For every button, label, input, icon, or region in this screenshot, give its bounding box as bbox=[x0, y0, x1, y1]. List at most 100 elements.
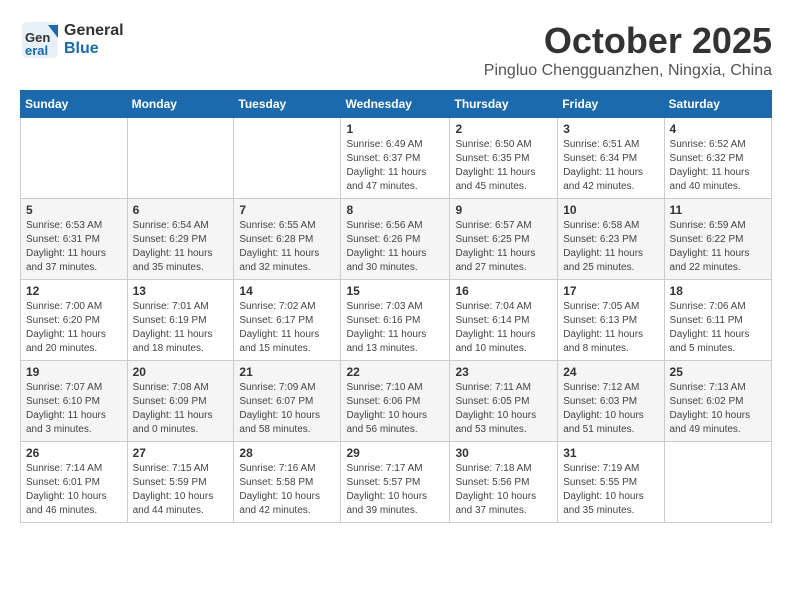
logo-general: General bbox=[64, 22, 124, 40]
day-number: 19 bbox=[26, 365, 122, 379]
calendar-cell: 21 Sunrise: 7:09 AM Sunset: 6:07 PM Dayli… bbox=[234, 361, 341, 442]
day-number: 27 bbox=[133, 446, 229, 460]
day-number: 4 bbox=[670, 122, 766, 136]
calendar-cell: 12 Sunrise: 7:00 AM Sunset: 6:20 PM Dayli… bbox=[21, 280, 128, 361]
calendar-cell: 25 Sunrise: 7:13 AM Sunset: 6:02 PM Dayli… bbox=[664, 361, 771, 442]
day-info: Sunrise: 7:01 AM Sunset: 6:19 PM Dayligh… bbox=[133, 300, 229, 356]
day-info: Sunrise: 6:54 AM Sunset: 6:29 PM Dayligh… bbox=[133, 219, 229, 275]
calendar-header-row: SundayMondayTuesdayWednesdayThursdayFrid… bbox=[21, 91, 772, 118]
day-number: 15 bbox=[346, 284, 444, 298]
calendar-cell: 30Sunrise: 7:18 AM Sunset: 5:56 PM Dayli… bbox=[450, 442, 558, 523]
calendar-cell: 14 Sunrise: 7:02 AM Sunset: 6:17 PM Dayli… bbox=[234, 280, 341, 361]
day-number: 5 bbox=[26, 203, 122, 217]
calendar-cell bbox=[664, 442, 771, 523]
calendar-cell: 9 Sunrise: 6:57 AM Sunset: 6:25 PM Daylig… bbox=[450, 199, 558, 280]
calendar-cell: 20Sunrise: 7:08 AM Sunset: 6:09 PM Dayli… bbox=[127, 361, 234, 442]
calendar-cell bbox=[21, 118, 128, 199]
day-number: 21 bbox=[239, 365, 335, 379]
calendar-cell: 26Sunrise: 7:14 AM Sunset: 6:01 PM Dayli… bbox=[21, 442, 128, 523]
day-info: Sunrise: 7:06 AM Sunset: 6:11 PM Dayligh… bbox=[670, 300, 766, 356]
week-row-3: 12 Sunrise: 7:00 AM Sunset: 6:20 PM Dayli… bbox=[21, 280, 772, 361]
day-info: Sunrise: 6:52 AM Sunset: 6:32 PM Dayligh… bbox=[670, 138, 766, 194]
calendar-cell: 17 Sunrise: 7:05 AM Sunset: 6:13 PM Dayli… bbox=[558, 280, 664, 361]
day-number: 20 bbox=[133, 365, 229, 379]
day-info: Sunrise: 6:58 AM Sunset: 6:23 PM Dayligh… bbox=[563, 219, 658, 275]
day-number: 7 bbox=[239, 203, 335, 217]
day-number: 9 bbox=[455, 203, 552, 217]
calendar-cell: 29 Sunrise: 7:17 AM Sunset: 5:57 PM Dayli… bbox=[341, 442, 450, 523]
calendar-cell: 19 Sunrise: 7:07 AM Sunset: 6:10 PM Dayli… bbox=[21, 361, 128, 442]
calendar-cell: 31Sunrise: 7:19 AM Sunset: 5:55 PM Dayli… bbox=[558, 442, 664, 523]
logo-icon: Gen eral bbox=[20, 20, 60, 60]
calendar-cell: 13 Sunrise: 7:01 AM Sunset: 6:19 PM Dayli… bbox=[127, 280, 234, 361]
week-row-5: 26Sunrise: 7:14 AM Sunset: 6:01 PM Dayli… bbox=[21, 442, 772, 523]
week-row-1: 1 Sunrise: 6:49 AM Sunset: 6:37 PM Daylig… bbox=[21, 118, 772, 199]
header-sunday: Sunday bbox=[21, 91, 128, 118]
calendar-cell bbox=[234, 118, 341, 199]
calendar-cell: 24Sunrise: 7:12 AM Sunset: 6:03 PM Dayli… bbox=[558, 361, 664, 442]
day-number: 14 bbox=[239, 284, 335, 298]
title-section: October 2025 Pingluo Chengguanzhen, Ning… bbox=[484, 20, 772, 80]
logo: Gen eral General Blue bbox=[20, 20, 124, 60]
header-wednesday: Wednesday bbox=[341, 91, 450, 118]
calendar-cell: 1 Sunrise: 6:49 AM Sunset: 6:37 PM Daylig… bbox=[341, 118, 450, 199]
day-number: 22 bbox=[346, 365, 444, 379]
day-number: 8 bbox=[346, 203, 444, 217]
day-number: 16 bbox=[455, 284, 552, 298]
header-friday: Friday bbox=[558, 91, 664, 118]
calendar-cell: 16Sunrise: 7:04 AM Sunset: 6:14 PM Dayli… bbox=[450, 280, 558, 361]
calendar-cell: 4 Sunrise: 6:52 AM Sunset: 6:32 PM Daylig… bbox=[664, 118, 771, 199]
day-info: Sunrise: 7:13 AM Sunset: 6:02 PM Dayligh… bbox=[670, 381, 766, 437]
calendar-cell: 3Sunrise: 6:51 AM Sunset: 6:34 PM Daylig… bbox=[558, 118, 664, 199]
day-info: Sunrise: 7:05 AM Sunset: 6:13 PM Dayligh… bbox=[563, 300, 658, 356]
day-info: Sunrise: 6:50 AM Sunset: 6:35 PM Dayligh… bbox=[455, 138, 552, 194]
day-number: 13 bbox=[133, 284, 229, 298]
day-info: Sunrise: 7:03 AM Sunset: 6:16 PM Dayligh… bbox=[346, 300, 444, 356]
header-monday: Monday bbox=[127, 91, 234, 118]
day-info: Sunrise: 7:02 AM Sunset: 6:17 PM Dayligh… bbox=[239, 300, 335, 356]
page-header: Gen eral General Blue October 2025 Pingl… bbox=[20, 20, 772, 80]
day-number: 10 bbox=[563, 203, 658, 217]
day-info: Sunrise: 6:51 AM Sunset: 6:34 PM Dayligh… bbox=[563, 138, 658, 194]
day-info: Sunrise: 6:49 AM Sunset: 6:37 PM Dayligh… bbox=[346, 138, 444, 194]
day-number: 25 bbox=[670, 365, 766, 379]
day-info: Sunrise: 7:09 AM Sunset: 6:07 PM Dayligh… bbox=[239, 381, 335, 437]
day-number: 28 bbox=[239, 446, 335, 460]
day-info: Sunrise: 6:57 AM Sunset: 6:25 PM Dayligh… bbox=[455, 219, 552, 275]
day-info: Sunrise: 7:18 AM Sunset: 5:56 PM Dayligh… bbox=[455, 462, 552, 518]
location-title: Pingluo Chengguanzhen, Ningxia, China bbox=[484, 62, 772, 80]
logo-blue: Blue bbox=[64, 40, 124, 58]
calendar-cell: 8Sunrise: 6:56 AM Sunset: 6:26 PM Daylig… bbox=[341, 199, 450, 280]
day-number: 18 bbox=[670, 284, 766, 298]
day-info: Sunrise: 7:17 AM Sunset: 5:57 PM Dayligh… bbox=[346, 462, 444, 518]
day-info: Sunrise: 7:10 AM Sunset: 6:06 PM Dayligh… bbox=[346, 381, 444, 437]
calendar-cell: 11 Sunrise: 6:59 AM Sunset: 6:22 PM Dayli… bbox=[664, 199, 771, 280]
day-info: Sunrise: 6:59 AM Sunset: 6:22 PM Dayligh… bbox=[670, 219, 766, 275]
day-info: Sunrise: 6:53 AM Sunset: 6:31 PM Dayligh… bbox=[26, 219, 122, 275]
calendar-cell: 2 Sunrise: 6:50 AM Sunset: 6:35 PM Daylig… bbox=[450, 118, 558, 199]
day-number: 23 bbox=[455, 365, 552, 379]
day-info: Sunrise: 7:15 AM Sunset: 5:59 PM Dayligh… bbox=[133, 462, 229, 518]
day-number: 2 bbox=[455, 122, 552, 136]
header-thursday: Thursday bbox=[450, 91, 558, 118]
calendar-cell: 27 Sunrise: 7:15 AM Sunset: 5:59 PM Dayli… bbox=[127, 442, 234, 523]
day-number: 6 bbox=[133, 203, 229, 217]
day-info: Sunrise: 7:07 AM Sunset: 6:10 PM Dayligh… bbox=[26, 381, 122, 437]
calendar-cell: 22 Sunrise: 7:10 AM Sunset: 6:06 PM Dayli… bbox=[341, 361, 450, 442]
day-number: 1 bbox=[346, 122, 444, 136]
day-info: Sunrise: 7:00 AM Sunset: 6:20 PM Dayligh… bbox=[26, 300, 122, 356]
day-number: 17 bbox=[563, 284, 658, 298]
day-number: 29 bbox=[346, 446, 444, 460]
day-info: Sunrise: 7:14 AM Sunset: 6:01 PM Dayligh… bbox=[26, 462, 122, 518]
calendar-table: SundayMondayTuesdayWednesdayThursdayFrid… bbox=[20, 90, 772, 523]
calendar-cell: 5 Sunrise: 6:53 AM Sunset: 6:31 PM Daylig… bbox=[21, 199, 128, 280]
day-number: 12 bbox=[26, 284, 122, 298]
calendar-cell bbox=[127, 118, 234, 199]
day-info: Sunrise: 7:19 AM Sunset: 5:55 PM Dayligh… bbox=[563, 462, 658, 518]
day-info: Sunrise: 7:12 AM Sunset: 6:03 PM Dayligh… bbox=[563, 381, 658, 437]
month-title: October 2025 bbox=[484, 20, 772, 62]
day-number: 11 bbox=[670, 203, 766, 217]
week-row-4: 19 Sunrise: 7:07 AM Sunset: 6:10 PM Dayli… bbox=[21, 361, 772, 442]
calendar-cell: 18 Sunrise: 7:06 AM Sunset: 6:11 PM Dayli… bbox=[664, 280, 771, 361]
day-info: Sunrise: 6:55 AM Sunset: 6:28 PM Dayligh… bbox=[239, 219, 335, 275]
